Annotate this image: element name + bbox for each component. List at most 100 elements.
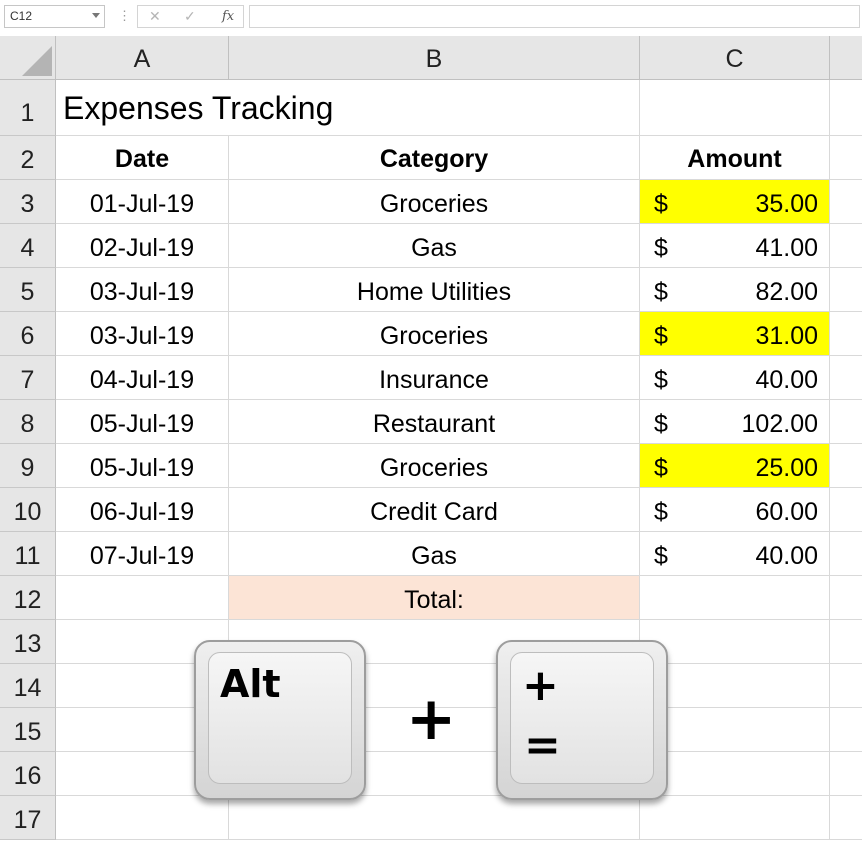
cell-c10[interactable]: $60.00: [640, 488, 830, 532]
cell-a9[interactable]: 05-Jul-19: [56, 444, 229, 488]
cell-d7[interactable]: [830, 356, 862, 400]
row-header-12[interactable]: 12: [0, 576, 56, 620]
cell-b7[interactable]: Insurance: [229, 356, 640, 400]
cell-c6[interactable]: $31.00: [640, 312, 830, 356]
row-header-4[interactable]: 4: [0, 224, 56, 268]
cell-a3[interactable]: 01-Jul-19: [56, 180, 229, 224]
cell-a8[interactable]: 05-Jul-19: [56, 400, 229, 444]
row-header-17[interactable]: 17: [0, 796, 56, 840]
cell-a10[interactable]: 06-Jul-19: [56, 488, 229, 532]
entry-category: Credit Card: [370, 498, 498, 526]
cell-d14[interactable]: [830, 664, 862, 708]
cell-d4[interactable]: [830, 224, 862, 268]
cell-c13[interactable]: [640, 620, 830, 664]
total-label: Total:: [404, 586, 464, 614]
cell-b4[interactable]: Gas: [229, 224, 640, 268]
cell-b10[interactable]: Credit Card: [229, 488, 640, 532]
cell-d11[interactable]: [830, 532, 862, 576]
row-header-7[interactable]: 7: [0, 356, 56, 400]
chevron-down-icon[interactable]: [92, 13, 100, 18]
cell-d15[interactable]: [830, 708, 862, 752]
cell-c16[interactable]: [640, 752, 830, 796]
cell-d1[interactable]: [830, 80, 862, 136]
insert-function-icon[interactable]: fx: [222, 8, 234, 25]
cell-c11[interactable]: $40.00: [640, 532, 830, 576]
cell-c9[interactable]: $25.00: [640, 444, 830, 488]
cell-c3[interactable]: $35.00: [640, 180, 830, 224]
column-header-a[interactable]: A: [56, 36, 229, 80]
name-box[interactable]: C12: [4, 5, 105, 28]
cell-a17[interactable]: [56, 796, 229, 840]
cell-d8[interactable]: [830, 400, 862, 444]
cell-b8[interactable]: Restaurant: [229, 400, 640, 444]
formula-input[interactable]: [249, 5, 860, 28]
cell-d10[interactable]: [830, 488, 862, 532]
entry-amount: 25.00: [755, 454, 818, 482]
row-header-2[interactable]: 2: [0, 136, 56, 180]
entry-amount: 102.00: [741, 410, 818, 438]
cell-a5[interactable]: 03-Jul-19: [56, 268, 229, 312]
row-header-11[interactable]: 11: [0, 532, 56, 576]
entry-amount: 40.00: [755, 366, 818, 394]
entry-category: Groceries: [379, 190, 489, 218]
entry-category: Restaurant: [372, 410, 496, 438]
row-header-8[interactable]: 8: [0, 400, 56, 444]
cell-c17[interactable]: [640, 796, 830, 840]
row-header-1[interactable]: 1: [0, 80, 56, 136]
row-header-16[interactable]: 16: [0, 752, 56, 796]
column-header-next[interactable]: [830, 36, 862, 80]
cell-c1[interactable]: [640, 80, 830, 136]
enter-icon[interactable]: ✓: [184, 8, 196, 25]
cell-d2[interactable]: [830, 136, 862, 180]
cell-b11[interactable]: Gas: [229, 532, 640, 576]
cell-d12[interactable]: [830, 576, 862, 620]
row-header-13[interactable]: 13: [0, 620, 56, 664]
cell-b2[interactable]: Category: [229, 136, 640, 180]
cell-d17[interactable]: [830, 796, 862, 840]
date-header: Date: [114, 145, 170, 173]
cell-a2[interactable]: Date: [56, 136, 229, 180]
row-header-3[interactable]: 3: [0, 180, 56, 224]
cell-c15[interactable]: [640, 708, 830, 752]
row-header-5[interactable]: 5: [0, 268, 56, 312]
cell-d3[interactable]: [830, 180, 862, 224]
cell-a4[interactable]: 02-Jul-19: [56, 224, 229, 268]
cell-a7[interactable]: 04-Jul-19: [56, 356, 229, 400]
entry-date: 01-Jul-19: [89, 190, 195, 218]
cell-c14[interactable]: [640, 664, 830, 708]
cell-b12[interactable]: Total:: [229, 576, 640, 620]
row-header-9[interactable]: 9: [0, 444, 56, 488]
cell-c4[interactable]: $41.00: [640, 224, 830, 268]
row-header-6[interactable]: 6: [0, 312, 56, 356]
row-header-14[interactable]: 14: [0, 664, 56, 708]
cell-a1[interactable]: Expenses Tracking: [56, 80, 333, 136]
entry-date: 05-Jul-19: [89, 454, 195, 482]
cell-c12-selected[interactable]: [640, 576, 830, 620]
cell-c5[interactable]: $82.00: [640, 268, 830, 312]
cell-b9[interactable]: Groceries: [229, 444, 640, 488]
cell-b3[interactable]: Groceries: [229, 180, 640, 224]
cell-b17[interactable]: [229, 796, 640, 840]
cancel-icon[interactable]: ✕: [149, 8, 161, 25]
cell-b1[interactable]: [229, 80, 640, 136]
cell-c7[interactable]: $40.00: [640, 356, 830, 400]
row-header-10[interactable]: 10: [0, 488, 56, 532]
cell-b6[interactable]: Groceries: [229, 312, 640, 356]
cell-a6[interactable]: 03-Jul-19: [56, 312, 229, 356]
cell-c2[interactable]: Amount: [640, 136, 830, 180]
cell-b5[interactable]: Home Utilities: [229, 268, 640, 312]
row-header-15[interactable]: 15: [0, 708, 56, 752]
column-header-b[interactable]: B: [229, 36, 640, 80]
cell-d13[interactable]: [830, 620, 862, 664]
cell-a12[interactable]: [56, 576, 229, 620]
cell-a11[interactable]: 07-Jul-19: [56, 532, 229, 576]
select-all-button[interactable]: [0, 36, 56, 80]
cell-d6[interactable]: [830, 312, 862, 356]
entry-amount: 31.00: [755, 322, 818, 350]
cell-d5[interactable]: [830, 268, 862, 312]
cell-c8[interactable]: $102.00: [640, 400, 830, 444]
cell-d16[interactable]: [830, 752, 862, 796]
currency-symbol: $: [654, 278, 668, 306]
column-header-c[interactable]: C: [640, 36, 830, 80]
cell-d9[interactable]: [830, 444, 862, 488]
